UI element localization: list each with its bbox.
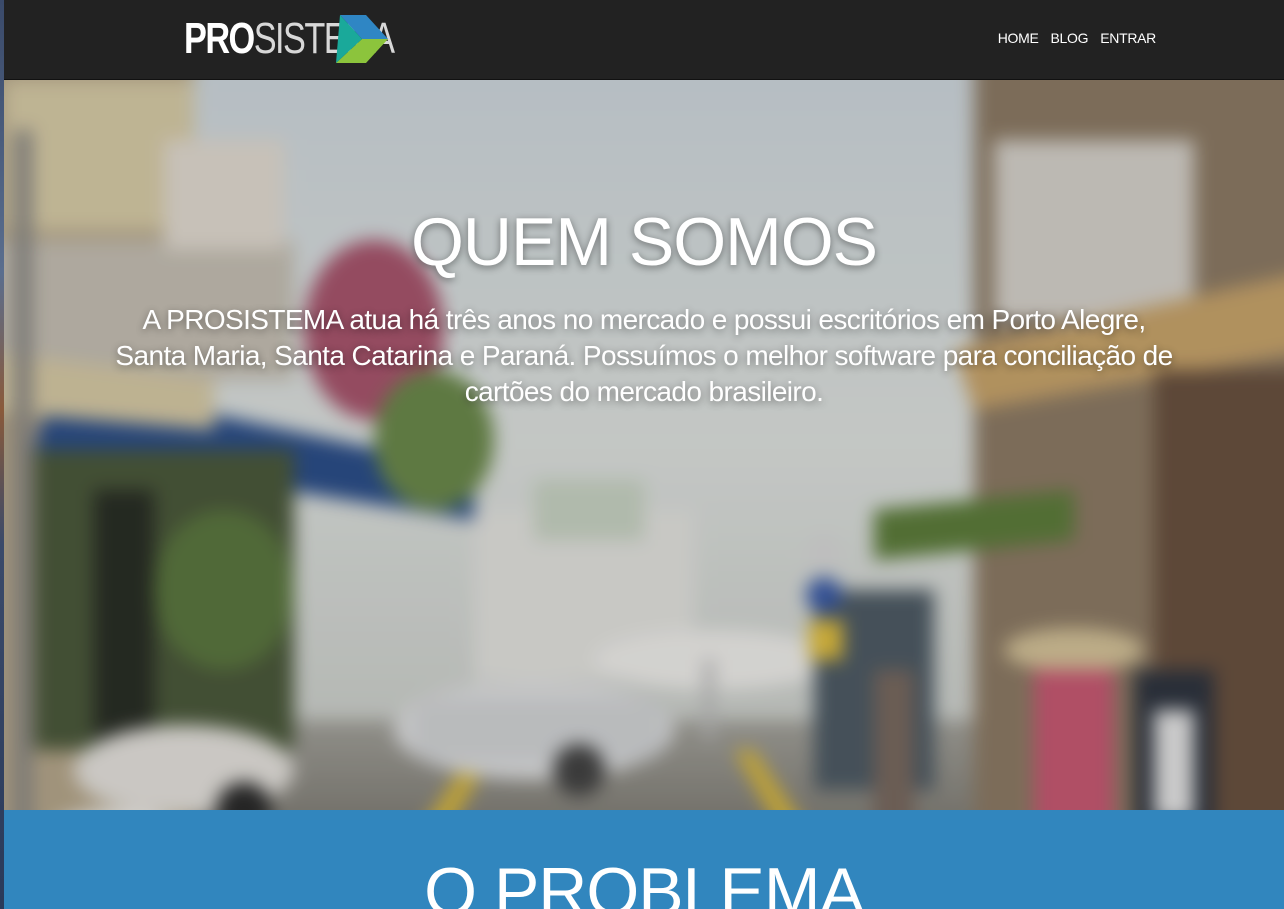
triangle-arrow-icon [336, 15, 388, 63]
hero-section: QUEM SOMOS A PROSISTEMA atua há três ano… [4, 80, 1284, 810]
hero-description: A PROSISTEMA atua há três anos no mercad… [115, 304, 1173, 407]
nav-home-link[interactable]: HOME [998, 30, 1039, 46]
navbar: PRO SISTEMA HOME BLOG ENTRAR [4, 0, 1284, 80]
logo[interactable]: PRO SISTEMA [184, 13, 453, 65]
hero-content: QUEM SOMOS A PROSISTEMA atua há três ano… [4, 208, 1284, 410]
nav-blog-link[interactable]: BLOG [1051, 30, 1089, 46]
nav-entrar-link[interactable]: ENTRAR [1100, 30, 1156, 46]
main-nav: HOME BLOG ENTRAR [998, 30, 1157, 46]
hero-overlay [4, 80, 1284, 810]
hero-title: QUEM SOMOS [410, 204, 878, 280]
logo-bold-text: PRO [184, 14, 255, 63]
page: PRO SISTEMA HOME BLOG ENTRAR QUEM SOMOS … [4, 0, 1284, 909]
problem-section: O PROBLEMA [4, 810, 1284, 909]
problem-title: O PROBLEMA [424, 854, 865, 909]
